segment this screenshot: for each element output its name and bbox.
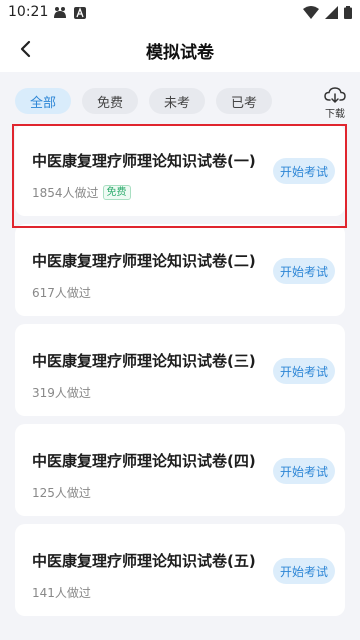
exam-meta: 141人做过 — [32, 584, 91, 601]
a-app-icon — [74, 7, 86, 19]
cloud-download-icon — [324, 87, 346, 103]
cat-app-icon — [54, 7, 66, 18]
status-system-icons — [303, 6, 352, 19]
start-exam-button[interactable]: 开始考试 — [273, 458, 335, 484]
free-badge: 免费 — [102, 185, 131, 200]
exam-card[interactable]: 中医康复理疗师理论知识试卷(三) 319人做过 开始考试 — [15, 324, 345, 416]
exam-title: 中医康复理疗师理论知识试卷(二) — [32, 252, 256, 270]
exam-meta: 319人做过 — [32, 384, 91, 401]
status-time: 10:21 — [8, 4, 49, 20]
status-bar: 10:21 — [0, 0, 360, 26]
start-exam-button[interactable]: 开始考试 — [273, 158, 335, 184]
exam-card[interactable]: 中医康复理疗师理论知识试卷(二) 617人做过 开始考试 — [15, 224, 345, 316]
exam-card[interactable]: 中医康复理疗师理论知识试卷(一) 1854人做过 免费 开始考试 — [15, 124, 345, 216]
exam-count: 617人做过 — [32, 286, 91, 300]
exam-meta: 1854人做过 免费 — [32, 184, 131, 201]
start-exam-button[interactable]: 开始考试 — [273, 558, 335, 584]
filter-chip-untaken[interactable]: 未考 — [149, 88, 205, 114]
exam-count: 1854人做过 — [32, 186, 99, 200]
battery-icon — [344, 6, 352, 19]
exam-count: 319人做过 — [32, 386, 91, 400]
start-exam-button[interactable]: 开始考试 — [273, 358, 335, 384]
filter-chip-all[interactable]: 全部 — [15, 88, 71, 114]
download-label: 下载 — [325, 109, 345, 120]
filter-chip-free[interactable]: 免费 — [82, 88, 138, 114]
exam-title: 中医康复理疗师理论知识试卷(四) — [32, 452, 256, 470]
exam-title: 中医康复理疗师理论知识试卷(五) — [32, 552, 256, 570]
signal-icon — [325, 6, 338, 19]
exam-count: 125人做过 — [32, 486, 91, 500]
exam-count: 141人做过 — [32, 586, 91, 600]
page-title: 模拟试卷 — [146, 43, 214, 63]
exam-meta: 125人做过 — [32, 484, 91, 501]
exam-card[interactable]: 中医康复理疗师理论知识试卷(五) 141人做过 开始考试 — [15, 524, 345, 616]
download-button[interactable]: 下载 — [318, 86, 352, 120]
filter-bar: 全部 免费 未考 已考 下载 — [0, 72, 360, 126]
status-notification-icons — [52, 6, 86, 20]
wifi-icon — [303, 6, 319, 19]
exam-meta: 617人做过 — [32, 284, 91, 301]
start-exam-button[interactable]: 开始考试 — [273, 258, 335, 284]
exam-card[interactable]: 中医康复理疗师理论知识试卷(四) 125人做过 开始考试 — [15, 424, 345, 516]
app-header: 模拟试卷 — [0, 26, 360, 72]
filter-chip-taken[interactable]: 已考 — [216, 88, 272, 114]
exam-title: 中医康复理疗师理论知识试卷(三) — [32, 352, 256, 370]
exam-title: 中医康复理疗师理论知识试卷(一) — [32, 152, 256, 170]
